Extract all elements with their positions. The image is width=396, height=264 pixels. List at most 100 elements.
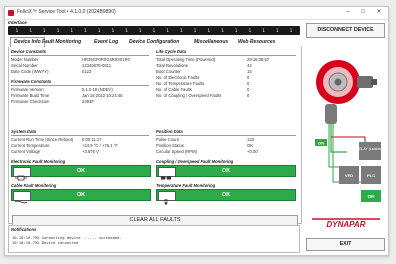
kv-value: +24.5 °C / +76.1 °F [82, 143, 118, 148]
interface-pin-label: 1 [193, 28, 197, 33]
dynapar-logo: DYNAPAR [312, 218, 380, 229]
kv-value: +0.00 [247, 149, 258, 154]
kv-label: Firmware Build Time [11, 93, 50, 98]
divider [156, 135, 296, 136]
kv-value: 0 [247, 93, 250, 98]
maximize-button[interactable]: □ [357, 8, 369, 17]
status-ok: OK [221, 168, 231, 174]
temperature-fault-status: OK [156, 189, 296, 205]
kv-value: Jan 18 2022 10:24:45 [82, 93, 123, 98]
interface-pin-label: 1 [70, 28, 73, 33]
interface-pin-label: 1 [152, 28, 156, 33]
device-constants-title: Device Constants [11, 49, 47, 54]
interface-pin-label: 1 [111, 28, 114, 33]
interface-pin-label: 1 [84, 28, 87, 33]
coupling-fault-status: OK [156, 165, 296, 180]
notifications-panel: Notifications 10:10:10.792 Connecting de… [8, 225, 300, 253]
exit-button[interactable]: EXIT [306, 238, 385, 251]
interface-pin-label: 1 [207, 28, 210, 33]
minimize-button[interactable]: – [342, 8, 354, 17]
interface-pin-label: 1 [262, 28, 265, 33]
kv-label: Serial Number [11, 63, 38, 68]
app-icon [8, 10, 14, 16]
interface-pin-label: 1 [166, 28, 169, 33]
kv-value: OK [247, 143, 254, 148]
kv-value: 12345678-0011 [82, 63, 112, 68]
kv-label: No. of Temperature Faults [156, 81, 205, 86]
kv-label: Date Code (WWYY) [11, 69, 49, 74]
tab-fault-monitoring[interactable]: Fault Monitoring [42, 38, 81, 47]
kv-label: Position Status [156, 143, 184, 148]
electronic-fault-title: Electronic Fault Monitoring [11, 159, 66, 164]
divider [11, 55, 149, 56]
kv-value: 0:00:11:17 [82, 137, 102, 142]
kv-value: 29:18:35:57 [247, 57, 270, 62]
status-ok: OK [76, 192, 86, 198]
interface-strip: 1 1 1 1 1 1 1 1 1 1 1 1 1 1 1 1 1 1 1 1 1 [8, 26, 300, 35]
kv-value: +3.876 V [82, 149, 99, 154]
main-area: Interface 1 1 1 1 1 1 1 1 1 1 1 1 1 1 1 1 1 1 1 1 1 Device I… [7, 20, 302, 253]
tab-miscellaneous[interactable]: Miscellaneous [194, 38, 228, 47]
kv-label: No. of Cable Faults [156, 87, 192, 92]
tab-event-log[interactable]: Event Log [94, 38, 118, 47]
divider [11, 135, 149, 136]
kv-label: Total Operating Time (Powered) [156, 57, 216, 62]
kv-label: Boot Counter [156, 69, 181, 74]
cable-fault-title: Cable Fault Monitoring [11, 183, 57, 188]
interface-pin-label: 1 [56, 28, 60, 33]
device-info-panel: Device Constants Model Number HR35GF0R0G… [8, 47, 302, 226]
kv-value: 0 [247, 87, 250, 92]
position-title: Position Data [156, 129, 183, 134]
cable-fault-status: OK [11, 189, 151, 204]
close-button[interactable]: ✕ [373, 8, 385, 17]
electronic-fault-status: OK [11, 165, 151, 181]
status-ok: OK [221, 192, 231, 198]
interface-pin-label: 1 [248, 28, 252, 33]
interface-pin-label: 1 [289, 28, 293, 33]
status-ok: OK [76, 168, 86, 174]
kv-value: HR35GF0R0G4R0S01R0 [82, 57, 130, 62]
system-title: System Data [11, 129, 37, 134]
switch-on-label: ON [318, 141, 324, 146]
kv-label: Pulse Count [156, 137, 179, 142]
connector-icon [325, 104, 337, 124]
divider [156, 55, 296, 56]
relay-box [359, 142, 381, 160]
kv-value: 5.1.0.19 (NDEV) [82, 87, 113, 92]
kv-value: 15 [247, 69, 252, 74]
interface-pin-label: 1 [221, 28, 224, 33]
kv-label: Current Voltage [11, 149, 41, 154]
encoder-wiring-diagram: ON RELAY (Latched) VFD PLC ON [315, 60, 384, 202]
kv-value: 0 [247, 75, 250, 80]
interface-pin-label: 1 [29, 28, 32, 33]
interface-pin-label: 1 [15, 28, 19, 33]
kv-label: Current Run Time (Since Reboot) [11, 137, 74, 142]
kv-label: No. of Coupling / Overspeed Faults [156, 93, 222, 98]
fault-on-label: ON [368, 194, 375, 199]
firmware-title: Firmware Constants [11, 79, 52, 84]
interface-pin-label: 1 [234, 28, 238, 33]
life-cycle-title: Life Cycle Data [156, 49, 187, 54]
divider [11, 85, 149, 86]
tab-device-info[interactable]: Device Info [10, 37, 45, 47]
encoder-icon [316, 60, 377, 104]
interface-pin-label: 1 [43, 28, 46, 33]
tab-device-configuration[interactable]: Device Configuration [129, 38, 179, 47]
interface-pin-label: 1 [180, 28, 183, 33]
interface-pin-label: 1 [125, 28, 128, 33]
disconnect-device-button[interactable]: DISCONNECT DEVICE [306, 23, 385, 38]
interface-pin-label: 1 [276, 28, 279, 33]
logo-text: DYNAPAR [327, 220, 366, 229]
interface-pin-label: 1 [97, 28, 101, 33]
kv-label: Firmware Version [11, 87, 44, 92]
notifications-title: Notifications [11, 227, 37, 232]
temperature-fault-title: Temperature Fault Monitoring [156, 183, 216, 188]
kv-label: Model Number [11, 57, 39, 62]
kv-label: Firmware Checksum [11, 99, 50, 104]
kv-label: Circular Speed (RPM) [156, 149, 197, 154]
tab-web-resources[interactable]: Web Resources [238, 38, 275, 47]
log-line: 10:10:10.792 Device connected [12, 240, 79, 245]
kv-value: 133 [247, 137, 254, 142]
window-title: FeliciX™ Service Tool • 4.1.0.0 (2024B98… [17, 9, 116, 15]
relay-label: RELAY (Latched) [357, 147, 384, 151]
